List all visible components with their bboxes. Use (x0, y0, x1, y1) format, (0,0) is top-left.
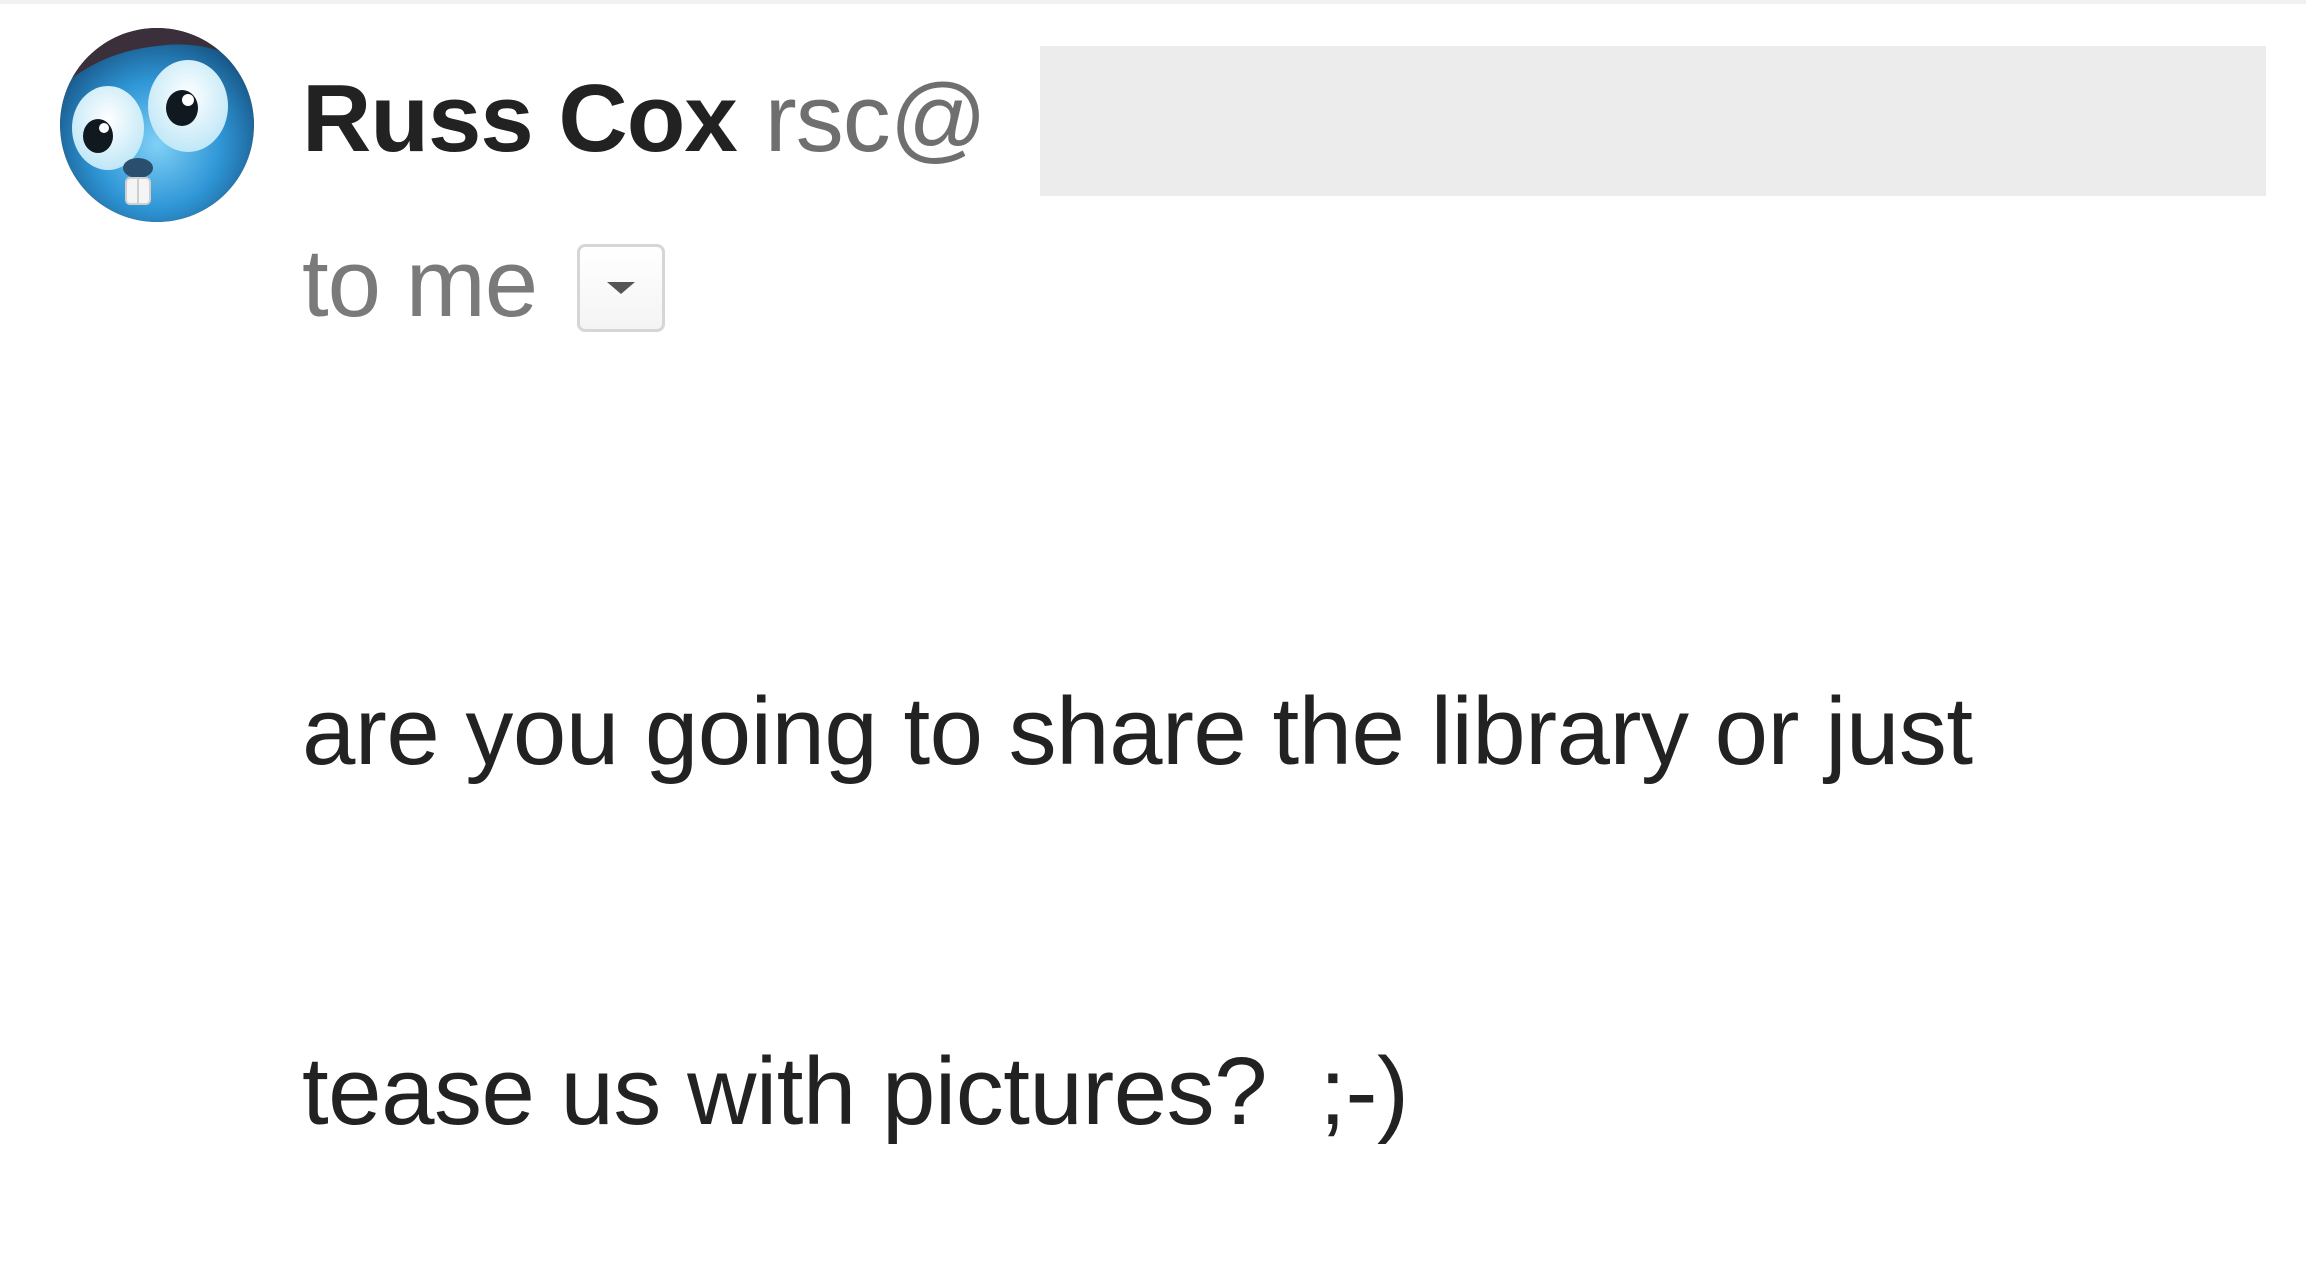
message-line: tease us with pictures? ;-) (302, 1038, 1409, 1145)
message-body: are you going to share the library or ju… (302, 432, 2202, 1272)
message-line: are you going to share the library or ju… (302, 678, 1973, 785)
sender-header: Russ Cox rsc@ (302, 44, 987, 194)
chevron-down-icon (607, 282, 636, 294)
recipients-label: to me (302, 230, 538, 337)
sender-name[interactable]: Russ Cox (302, 64, 738, 174)
sender-avatar[interactable] (60, 28, 254, 222)
sender-email[interactable]: rsc@ (765, 64, 987, 174)
gopher-avatar-icon (60, 28, 254, 222)
top-divider (0, 0, 2306, 4)
recipients-line: to me (302, 224, 666, 344)
redacted-email-domain (1040, 46, 2266, 196)
show-details-button[interactable] (577, 244, 666, 332)
